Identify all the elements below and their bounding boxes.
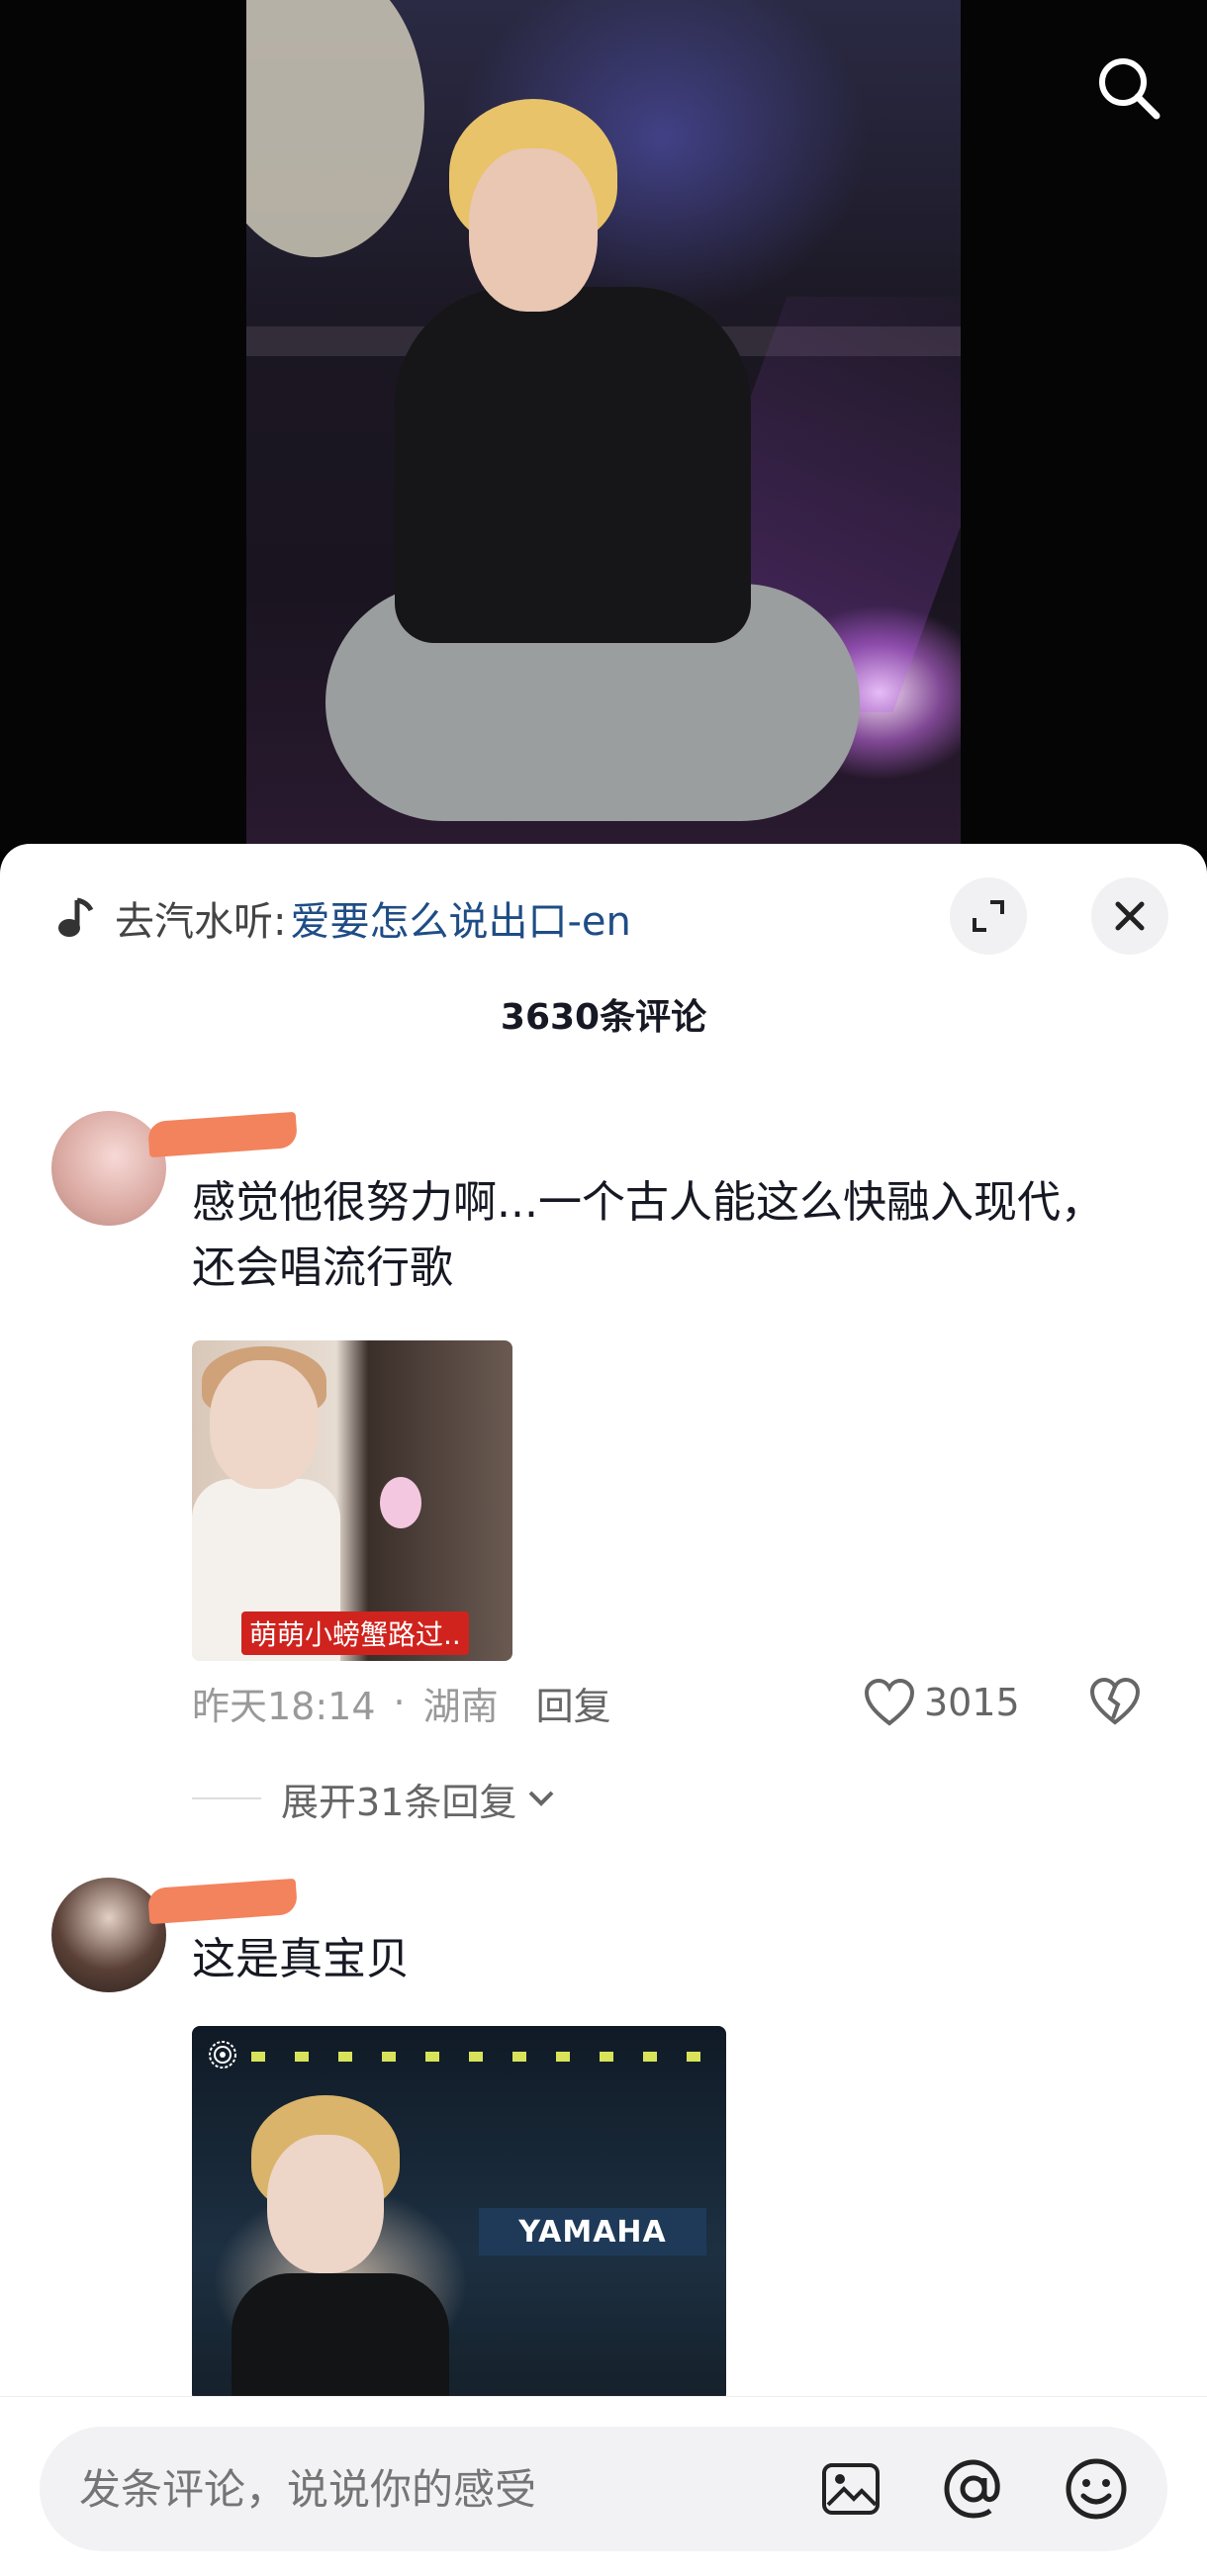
heart-icon — [864, 1678, 915, 1726]
search-icon — [1099, 58, 1161, 120]
emoji-button[interactable] — [1057, 2449, 1136, 2529]
drum-kit — [246, 0, 424, 257]
comment-sheet: 去汽水听: 爱要怎么说出口-en 3630条评论 感觉他很努力啊...一个古人能… — [0, 844, 1207, 2575]
image-icon — [822, 2463, 880, 2515]
comment-input-bar — [0, 2396, 1207, 2576]
dislike-button[interactable] — [1088, 1675, 1142, 1732]
username-redaction — [146, 1111, 299, 1158]
expand-replies-button[interactable]: 展开31条回复 — [192, 1771, 558, 1826]
image-caption: 萌萌小螃蟹路过.. — [241, 1611, 469, 1655]
music-note-icon — [55, 896, 99, 940]
image-button[interactable] — [811, 2449, 890, 2529]
expand-replies-label: 展开31条回复 — [281, 1780, 517, 1824]
keyboard-brand: YAMAHA — [479, 2208, 706, 2255]
at-icon — [944, 2459, 1000, 2519]
comment-input-container[interactable] — [40, 2427, 1167, 2551]
music-link-row[interactable]: 去汽水听: 爱要怎么说出口-en — [55, 883, 631, 953]
comment-meta: 昨天18:14 · 湖南 回复 — [192, 1675, 611, 1730]
performer-body — [395, 287, 751, 643]
username-redaction — [146, 1878, 299, 1925]
comment-time: 昨天18:14 — [192, 1684, 376, 1728]
expand-icon — [973, 900, 1004, 932]
close-icon — [1115, 901, 1145, 931]
comment-input[interactable] — [79, 2427, 772, 2551]
video-frame[interactable] — [246, 0, 961, 851]
close-button[interactable] — [1091, 877, 1168, 955]
comment-image[interactable]: YAMAHA — [192, 2026, 726, 2402]
like-count: 3015 — [924, 1681, 1020, 1724]
avatar[interactable] — [51, 1878, 166, 1992]
broken-heart-icon — [1089, 1677, 1141, 1725]
expand-button[interactable] — [950, 877, 1027, 955]
music-prefix: 去汽水听: — [115, 899, 287, 945]
mention-button[interactable] — [934, 2449, 1013, 2529]
chevron-down-icon — [528, 1791, 554, 1806]
bunny-sticker — [380, 1477, 421, 1528]
comment-image[interactable]: 萌萌小螃蟹路过.. — [192, 1340, 512, 1661]
search-button[interactable] — [1088, 47, 1167, 127]
avatar[interactable] — [51, 1111, 166, 1226]
reply-button[interactable]: 回复 — [536, 1676, 611, 1730]
comment-location: 湖南 — [422, 1684, 499, 1728]
like-button[interactable]: 3015 — [863, 1675, 1020, 1730]
song-title-link[interactable]: 爱要怎么说出口-en — [290, 889, 630, 947]
performer-face — [469, 148, 598, 312]
comment-text: 感觉他很努力啊...一个古人能这么快融入现代，还会唱流行歌 — [192, 1177, 1104, 1293]
comment-count: 3630条评论 — [500, 997, 707, 1038]
comment-text: 这是真宝贝 — [192, 1934, 410, 1984]
live-photo-icon — [206, 2038, 239, 2071]
video-area[interactable] — [0, 0, 1207, 851]
emoji-icon — [1066, 2458, 1127, 2520]
